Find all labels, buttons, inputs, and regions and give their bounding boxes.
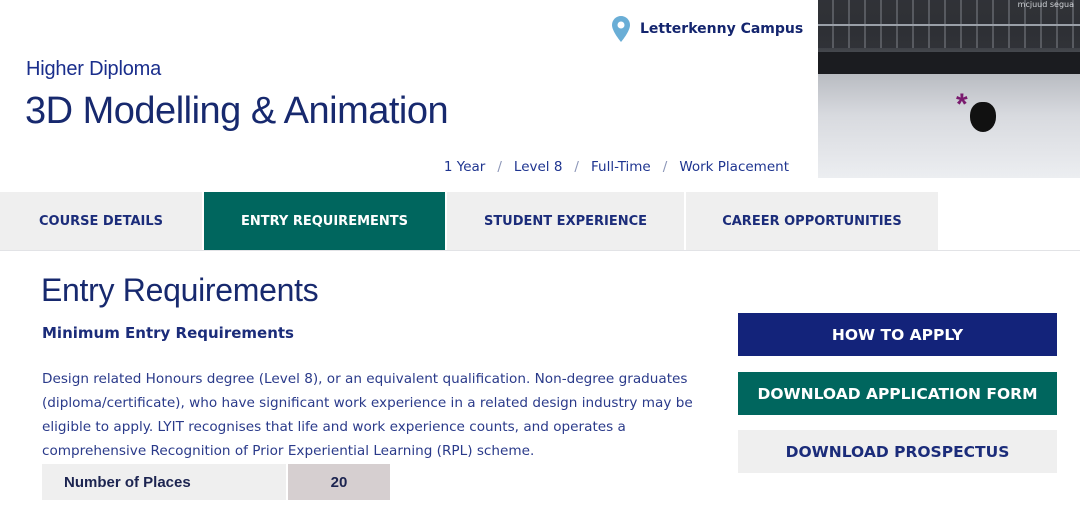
apple-logo-icon bbox=[970, 102, 996, 132]
section-heading: Entry Requirements bbox=[41, 272, 319, 308]
meta-level: Level 8 bbox=[513, 159, 563, 175]
how-to-apply-button[interactable]: HOW TO APPLY bbox=[738, 313, 1057, 356]
tab-label: STUDENT EXPERIENCE bbox=[483, 213, 648, 229]
tab-label: CAREER OPPORTUNITIES bbox=[722, 213, 902, 229]
tab-career-opportunities[interactable]: CAREER OPPORTUNITIES bbox=[684, 192, 938, 250]
campus-name: Letterkenny Campus bbox=[640, 21, 804, 37]
tab-course-details[interactable]: COURSE DETAILS bbox=[0, 192, 202, 250]
campus-location: Letterkenny Campus bbox=[612, 16, 803, 42]
location-pin-icon bbox=[612, 16, 630, 42]
requirements-text: Design related Honours degree (Level 8),… bbox=[42, 371, 693, 459]
meta-separator: / bbox=[662, 159, 668, 175]
places-table: Number of Places 20 bbox=[42, 464, 390, 500]
hero-screen-text: mcjuud segua bbox=[1017, 0, 1074, 9]
download-prospectus-button[interactable]: DOWNLOAD PROSPECTUS bbox=[738, 430, 1057, 473]
button-label: DOWNLOAD PROSPECTUS bbox=[785, 442, 1010, 461]
download-application-form-button[interactable]: DOWNLOAD APPLICATION FORM bbox=[738, 372, 1057, 415]
tab-label: COURSE DETAILS bbox=[38, 213, 163, 229]
award-type: Higher Diploma bbox=[26, 58, 162, 80]
meta-placement: Work Placement bbox=[679, 159, 789, 175]
button-label: DOWNLOAD APPLICATION FORM bbox=[757, 384, 1038, 403]
tab-student-experience[interactable]: STUDENT EXPERIENCE bbox=[445, 192, 684, 250]
hero-image: * mcjuud segua bbox=[818, 0, 1080, 178]
meta-separator: / bbox=[497, 159, 502, 175]
meta-duration: 1 Year bbox=[443, 159, 486, 175]
page-title: 3D Modelling & Animation bbox=[25, 90, 449, 132]
course-meta: 1 Year / Level 8 / Full-Time / Work Plac… bbox=[444, 159, 789, 175]
button-label: HOW TO APPLY bbox=[831, 325, 964, 344]
monitor-chin-graphic bbox=[818, 74, 1080, 178]
keyboard-row-graphic bbox=[818, 24, 1080, 26]
places-label: Number of Places bbox=[42, 464, 286, 500]
meta-separator: / bbox=[574, 159, 579, 175]
monitor-bezel-graphic bbox=[818, 52, 1080, 74]
tab-entry-requirements[interactable]: ENTRY REQUIREMENTS bbox=[202, 192, 445, 250]
section-subheading: Minimum Entry Requirements bbox=[42, 324, 294, 342]
course-tabs: COURSE DETAILS ENTRY REQUIREMENTS STUDEN… bbox=[0, 192, 1080, 251]
asterisk-logo-icon: * bbox=[956, 88, 968, 121]
meta-mode: Full-Time bbox=[590, 159, 651, 175]
tab-label: ENTRY REQUIREMENTS bbox=[240, 213, 409, 229]
places-value: 20 bbox=[288, 464, 390, 500]
